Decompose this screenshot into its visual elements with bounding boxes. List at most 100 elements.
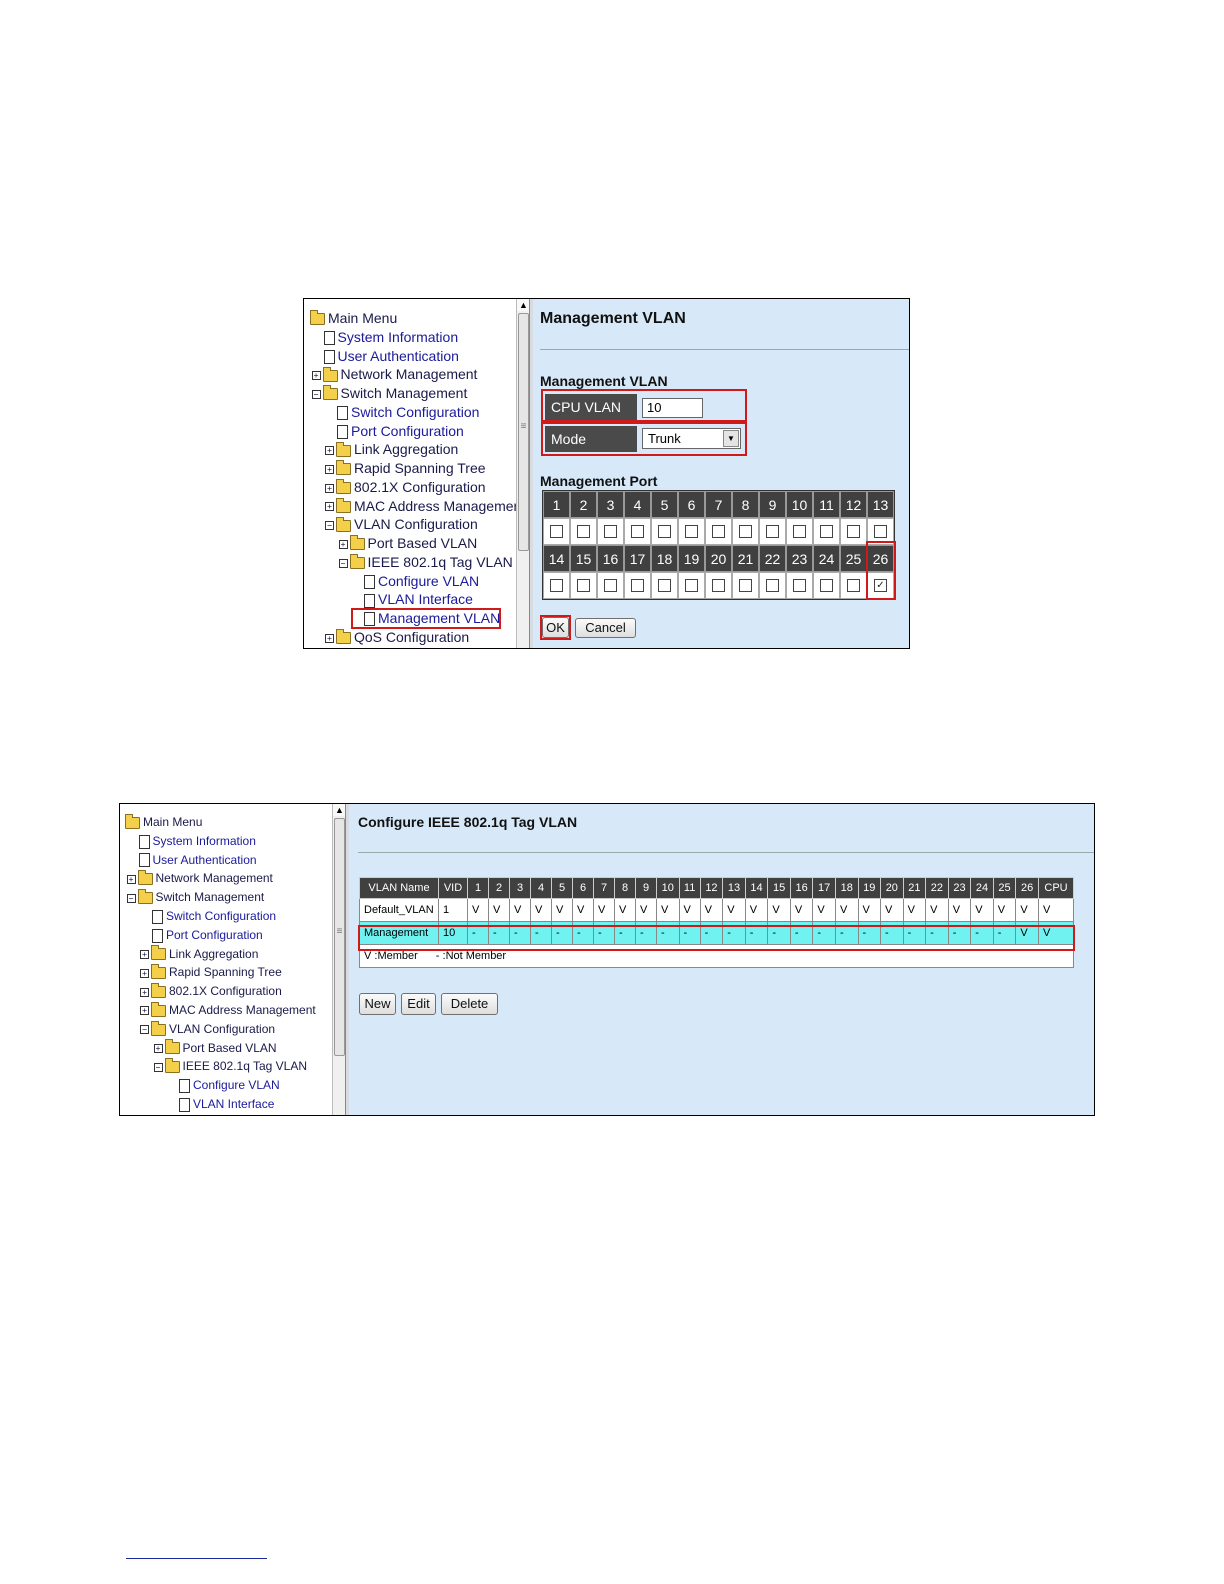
tree-item[interactable]: + Rapid Spanning Tree [325,460,486,476]
tree-item[interactable]: VLAN Interface [364,591,473,608]
scroll-thumb[interactable] [334,818,345,1056]
port-checkbox[interactable] [631,579,644,592]
expand-icon[interactable]: + [311,371,321,381]
table-row[interactable]: Management 10- - - - - - - - - - - - - - - - - - - - - - - - - V V [359,921,1074,945]
tree-item[interactable]: Switch Configuration [152,909,276,924]
expand-icon[interactable]: + [338,539,348,549]
tree-item[interactable]: Configure VLAN [179,1078,280,1094]
port-checkbox[interactable] [847,525,860,538]
tree-item[interactable]: Main Menu [125,813,202,829]
collapse-icon[interactable]: − [140,1025,149,1035]
port-checkbox[interactable] [739,525,752,538]
port-checkbox[interactable]: ✓ [874,579,887,592]
folder-open-icon [125,813,140,829]
new-button[interactable]: New [359,993,396,1015]
port-number: 3 [597,491,624,518]
tree-item[interactable]: + Port Based VLAN [338,535,477,551]
port-checkbox[interactable] [604,525,617,538]
port-checkbox[interactable] [793,525,806,538]
port-number: 20 [705,545,732,572]
port-checkbox[interactable] [577,579,590,592]
tree-item[interactable]: − IEEE 802.1q Tag VLAN [153,1058,308,1074]
cpu-vlan-id-input[interactable]: 10 [642,398,703,418]
port-checkbox[interactable] [550,525,563,538]
edit-button[interactable]: Edit [401,993,436,1015]
port-checkbox[interactable] [766,525,779,538]
expand-icon[interactable]: + [126,874,136,884]
expand-icon[interactable]: + [325,464,334,474]
tree-item[interactable]: System Information [323,329,458,346]
tree-item[interactable]: Switch Configuration [337,404,479,421]
tree-item[interactable]: Main Menu [310,310,397,326]
expand-icon[interactable]: + [153,1043,163,1053]
expand-icon[interactable]: + [325,483,334,493]
expand-icon[interactable]: + [325,502,334,512]
cancel-button[interactable]: Cancel [575,618,636,638]
tree-item[interactable]: + MAC Address Management [140,1001,316,1017]
tree-item[interactable]: + Port Based VLAN [153,1039,277,1055]
tree-item[interactable]: Management VLAN [364,610,500,627]
tree-item[interactable]: + Network Management [126,870,273,885]
port-checkbox[interactable] [739,579,752,592]
collapse-icon[interactable]: − [311,389,321,399]
tree-item[interactable]: − Switch Management [311,385,467,401]
expand-icon[interactable]: + [325,446,334,456]
tree-item[interactable]: + Link Aggregation [325,441,458,457]
port-checkbox[interactable] [685,579,698,592]
port-checkbox[interactable] [712,579,725,592]
port-checkbox[interactable] [550,579,563,592]
tree-item[interactable]: VLAN Interface [179,1097,274,1112]
tree-item[interactable]: − VLAN Configuration [140,1020,275,1036]
tree-item[interactable]: Configure VLAN [364,573,479,589]
table-row[interactable]: Default_VLAN 1 V V V V V V V V V V V V V V V V V V V V V V V V V V V [359,898,1074,922]
scroll-thumb[interactable] [518,313,529,551]
collapse-icon[interactable]: − [325,521,334,531]
tree-item[interactable]: + Link Aggregation [140,945,258,961]
port-checkbox[interactable] [820,525,833,538]
port-checkbox[interactable] [847,579,860,592]
expand-icon[interactable]: + [140,949,149,959]
delete-button[interactable]: Delete [441,993,498,1015]
tree-item[interactable]: +802.1X Configuration [325,479,486,495]
tree-item[interactable]: + QoS Configuration [325,629,469,645]
port-checkbox[interactable] [604,579,617,592]
tree-item[interactable]: Port Configuration [152,928,263,943]
expand-icon[interactable]: + [140,1006,149,1016]
port-checkbox[interactable] [874,525,887,538]
expand-icon[interactable]: + [140,987,149,997]
tree-item[interactable]: User Authentication [138,853,257,868]
chevron-down-icon[interactable]: ▼ [723,430,739,447]
column-header: 20 [880,877,904,899]
port-checkbox[interactable] [631,525,644,538]
tree-item[interactable]: +802.1X Configuration [140,983,282,998]
tree-item[interactable]: User Authentication [323,348,459,364]
tree-item[interactable]: + Rapid Spanning Tree [140,964,282,979]
port-checkbox[interactable] [820,579,833,592]
port-checkbox[interactable] [766,579,779,592]
tree-item[interactable]: + MAC Address Managemen [325,498,521,514]
tree-scrollbar[interactable]: ▲ ≡ [332,804,346,1115]
tree-item[interactable]: System Information [138,834,256,849]
tree-item[interactable]: + Network Management [311,366,477,382]
port-checkbox[interactable] [685,525,698,538]
port-number: 12 [840,491,867,518]
tree-scrollbar[interactable]: ▲ ≡ [516,299,530,648]
expand-icon[interactable]: + [325,633,334,643]
port-checkbox[interactable] [658,525,671,538]
tree-item[interactable]: Port Configuration [337,423,464,439]
tree-item[interactable]: − VLAN Configuration [325,516,478,532]
collapse-icon[interactable]: − [338,558,348,568]
ok-button[interactable]: OK [542,617,569,638]
tree-item[interactable]: − IEEE 802.1q Tag VLAN [338,554,513,570]
port-checkbox[interactable] [793,579,806,592]
port-checkbox[interactable] [577,525,590,538]
tree-item-label: IEEE 802.1q Tag VLAN [182,1059,308,1074]
mode-select[interactable]: Trunk ▼ [642,428,741,449]
port-checkbox[interactable] [658,579,671,592]
port-number: 16 [597,545,624,572]
tree-item[interactable]: − Switch Management [126,889,264,904]
collapse-icon[interactable]: − [153,1062,163,1072]
expand-icon[interactable]: + [140,968,149,978]
port-checkbox[interactable] [712,525,725,538]
collapse-icon[interactable]: − [126,893,136,903]
